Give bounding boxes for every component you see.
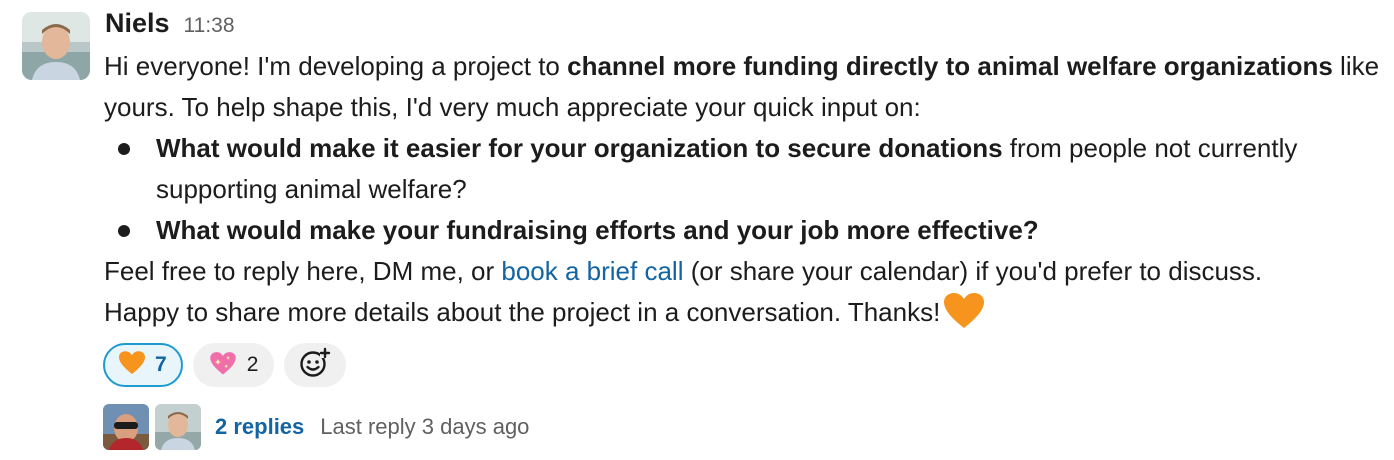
thread-summary[interactable]: 2 replies Last reply 3 days ago — [103, 404, 529, 450]
bullet-dot — [118, 143, 130, 155]
reply-avatar[interactable] — [155, 404, 201, 450]
reaction-sparkling-heart[interactable]: 2 — [192, 343, 275, 387]
intro-bold-text: channel more funding directly to animal … — [567, 51, 1333, 81]
intro-text-1: Hi everyone! I'm developing a project to — [104, 51, 568, 81]
reply-avatar[interactable] — [103, 404, 149, 450]
message: Niels 11:38 Hi everyone! I'm developing … — [0, 0, 1394, 460]
bullet-dot — [118, 225, 130, 237]
author-name[interactable]: Niels — [105, 8, 170, 39]
add-reaction-button[interactable] — [284, 343, 347, 387]
message-body: Hi everyone! I'm developing a project to… — [104, 46, 1384, 341]
bullet-bold-text: What would make your fundraising efforts… — [156, 215, 1039, 245]
reaction-count: 2 — [246, 353, 259, 376]
author-avatar[interactable] — [22, 12, 90, 80]
closing-text-3: Happy to share more details about the pr… — [104, 297, 941, 327]
bullet-item: What would make your fundraising efforts… — [104, 210, 1384, 251]
bullet-bold-text: What would make it easier for your organ… — [156, 133, 1003, 163]
closing-text-1: Feel free to reply here, DM me, or — [104, 256, 502, 286]
bullet-item: What would make it easier for your organ… — [104, 128, 1384, 210]
closing-text-2: (or share your calendar) if you'd prefer… — [683, 256, 1263, 286]
last-reply-text: Last reply 3 days ago — [320, 414, 530, 439]
orange-heart-icon — [944, 293, 985, 341]
orange-heart-icon — [119, 350, 145, 380]
bullet-list: What would make it easier for your organ… — [104, 128, 1384, 251]
closing-line-2: Happy to share more details about the pr… — [104, 292, 1384, 341]
reaction-count: 7 — [155, 353, 167, 376]
book-call-link[interactable]: book a brief call — [501, 256, 683, 286]
add-emoji-icon — [299, 347, 331, 384]
intro-paragraph: Hi everyone! I'm developing a project to… — [104, 46, 1384, 128]
replies-link[interactable]: 2 replies — [215, 414, 304, 440]
reactions-bar: 7 2 — [103, 343, 347, 387]
reaction-orange-heart[interactable]: 7 — [103, 343, 183, 387]
sparkling-heart-icon — [209, 350, 237, 381]
message-timestamp[interactable]: 11:38 — [184, 14, 235, 38]
closing-paragraph: Feel free to reply here, DM me, or book … — [104, 251, 1384, 292]
